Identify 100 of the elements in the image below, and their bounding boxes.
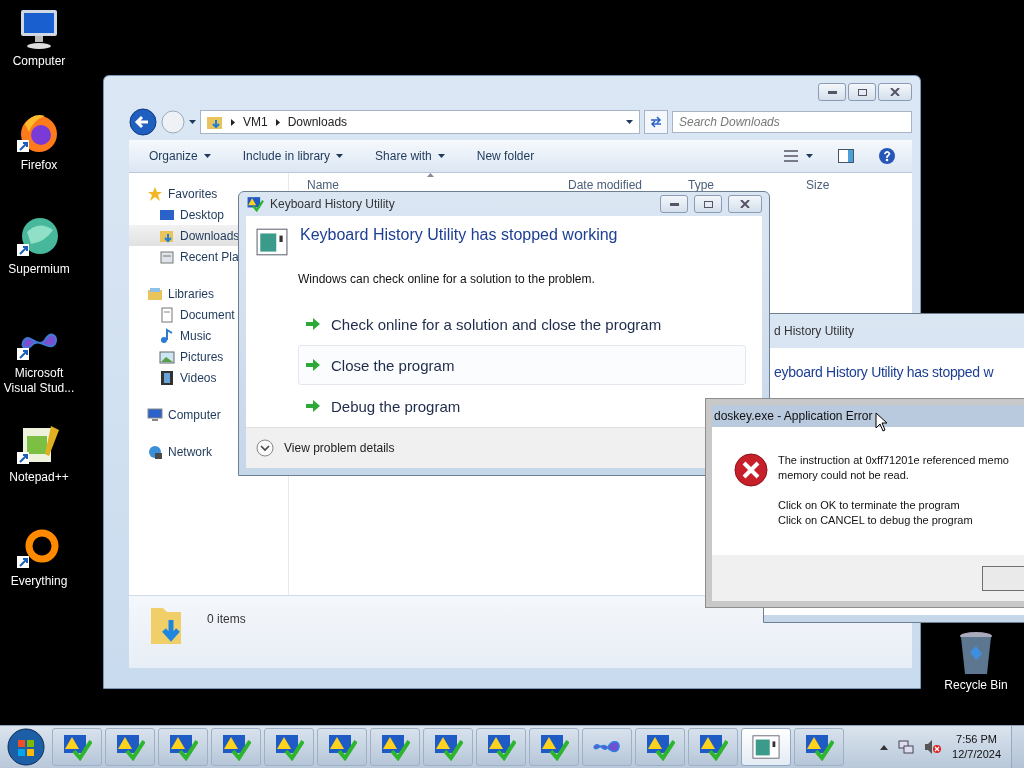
preview-pane-icon[interactable] bbox=[838, 149, 854, 163]
maximize-button[interactable] bbox=[694, 195, 722, 213]
star-icon bbox=[147, 185, 163, 202]
maximize-button[interactable] bbox=[848, 83, 876, 101]
nav-item[interactable]: Pictures bbox=[129, 346, 288, 367]
desktop-icon-label[interactable]: Recycle Bin bbox=[944, 678, 1008, 693]
dialog-heading: Keyboard History Utility has stopped working bbox=[300, 226, 618, 245]
taskbar-button[interactable] bbox=[370, 728, 420, 766]
desktop-icon-label[interactable]: Firefox bbox=[20, 158, 58, 173]
nav-item[interactable]: Computer bbox=[129, 404, 288, 425]
time-text: 7:56 PM bbox=[956, 732, 997, 747]
desktop-icon-label[interactable]: Everything bbox=[10, 574, 68, 589]
taskbar-button[interactable] bbox=[264, 728, 314, 766]
taskbar-button[interactable] bbox=[635, 728, 685, 766]
command-link[interactable]: Close the program bbox=[298, 345, 746, 385]
minimize-button[interactable] bbox=[818, 83, 846, 101]
close-button[interactable] bbox=[728, 195, 762, 213]
view-options-icon[interactable] bbox=[784, 150, 814, 162]
monitor-warning-icon bbox=[486, 733, 516, 761]
breadcrumb-item[interactable]: Downloads bbox=[287, 115, 348, 129]
library-icon bbox=[147, 285, 163, 302]
chevron-down-icon bbox=[256, 439, 274, 457]
monitor-warning-icon bbox=[380, 733, 410, 761]
toolbar-button[interactable]: New folder bbox=[472, 147, 539, 165]
recent-places-icon bbox=[159, 248, 175, 265]
taskbar-button[interactable] bbox=[105, 728, 155, 766]
command-link[interactable]: Debug the program bbox=[298, 386, 468, 426]
column-header[interactable]: Type bbox=[688, 178, 806, 192]
close-icon bbox=[890, 88, 900, 96]
taskbar-button[interactable] bbox=[211, 728, 261, 766]
ok-button[interactable] bbox=[982, 565, 1024, 591]
error-message: Click on OK to terminate the program bbox=[778, 498, 961, 513]
network-icon[interactable] bbox=[898, 739, 915, 755]
desktop-icon-label[interactable]: Supermium bbox=[8, 262, 70, 277]
nav-item[interactable]: Document bbox=[129, 304, 288, 325]
details-toggle[interactable]: View problem details bbox=[256, 439, 395, 457]
desktop-icon-label[interactable]: Computer bbox=[12, 54, 66, 69]
desktop-icon-label[interactable]: Notepad++ bbox=[9, 470, 69, 485]
muted-speaker-icon[interactable] bbox=[924, 739, 943, 755]
nav-item[interactable]: Videos bbox=[129, 367, 288, 388]
caret-icon bbox=[189, 120, 196, 124]
nav-label: Favorites bbox=[168, 186, 218, 201]
monitor-warning-icon bbox=[433, 733, 463, 761]
monitor-warning-icon bbox=[62, 733, 92, 761]
chevron-up-icon[interactable] bbox=[880, 744, 889, 750]
toolbar-button[interactable]: Include in library bbox=[238, 147, 348, 165]
close-icon bbox=[740, 200, 750, 208]
close-button[interactable] bbox=[878, 83, 912, 101]
document-icon bbox=[159, 306, 175, 323]
clock[interactable]: 7:56 PM 12/7/2024 bbox=[952, 732, 1001, 762]
chevron-icon bbox=[231, 118, 235, 126]
monitor-warning-icon bbox=[221, 733, 251, 761]
nav-item[interactable]: Recent Pla bbox=[129, 246, 288, 267]
error-message: The instruction at 0xff71201e referenced memo bbox=[778, 453, 1009, 468]
command-link[interactable]: Check online for a solution and close the program bbox=[298, 304, 669, 344]
nav-label: Desktop bbox=[180, 207, 225, 222]
dialog-heading: eyboard History Utility has stopped w bbox=[774, 363, 994, 380]
nav-label: Document bbox=[180, 307, 235, 322]
date-text: 12/7/2024 bbox=[952, 747, 1001, 762]
computer-icon bbox=[147, 406, 163, 423]
monitor-warning-icon bbox=[115, 733, 145, 761]
help-icon[interactable] bbox=[878, 147, 896, 165]
dialog-title: Keyboard History Utility bbox=[270, 197, 396, 211]
arrow-icon bbox=[305, 317, 321, 331]
maximize-icon bbox=[857, 88, 867, 96]
taskbar-button[interactable] bbox=[423, 728, 473, 766]
column-header[interactable]: Date modified bbox=[568, 178, 688, 192]
film-icon bbox=[159, 369, 175, 386]
toolbar-button[interactable]: Share with bbox=[371, 147, 449, 165]
nav-item[interactable]: Libraries bbox=[129, 283, 288, 304]
nav-item[interactable]: Music bbox=[129, 325, 288, 346]
nav-label: Videos bbox=[180, 370, 217, 385]
taskbar-button[interactable] bbox=[529, 728, 579, 766]
network-globe-icon bbox=[147, 443, 163, 460]
error-message: Click on CANCEL to debug the program bbox=[778, 513, 974, 528]
picture-icon bbox=[159, 348, 175, 365]
start-orb-icon[interactable] bbox=[6, 727, 46, 767]
error-icon bbox=[734, 453, 768, 487]
search-field[interactable]: Search Downloads bbox=[672, 111, 912, 133]
taskbar-button[interactable] bbox=[317, 728, 367, 766]
monitor-warning-icon bbox=[698, 733, 728, 761]
column-header[interactable]: Size bbox=[806, 178, 912, 192]
toolbar-button[interactable]: Organize bbox=[145, 147, 215, 165]
monitor-warning-icon bbox=[274, 733, 304, 761]
taskbar-button[interactable] bbox=[158, 728, 208, 766]
taskbar-button[interactable] bbox=[52, 728, 102, 766]
sort-arrow-icon bbox=[427, 173, 434, 177]
nav-label: Downloads bbox=[180, 228, 240, 243]
column-header[interactable]: Name bbox=[307, 178, 568, 192]
taskbar-button[interactable] bbox=[794, 728, 844, 766]
address-bar[interactable]: VM1 Downloads bbox=[200, 110, 640, 134]
taskbar-button[interactable] bbox=[582, 728, 632, 766]
desktop-icon-label[interactable]: Microsoft Visual Stud... bbox=[0, 366, 78, 396]
monitor-warning-icon bbox=[168, 733, 198, 761]
taskbar-button[interactable] bbox=[476, 728, 526, 766]
refresh-button[interactable] bbox=[644, 110, 668, 134]
taskbar-button[interactable] bbox=[688, 728, 738, 766]
minimize-button[interactable] bbox=[660, 195, 688, 213]
breadcrumb-item[interactable]: VM1 bbox=[243, 115, 268, 129]
taskbar-button[interactable] bbox=[741, 728, 791, 766]
